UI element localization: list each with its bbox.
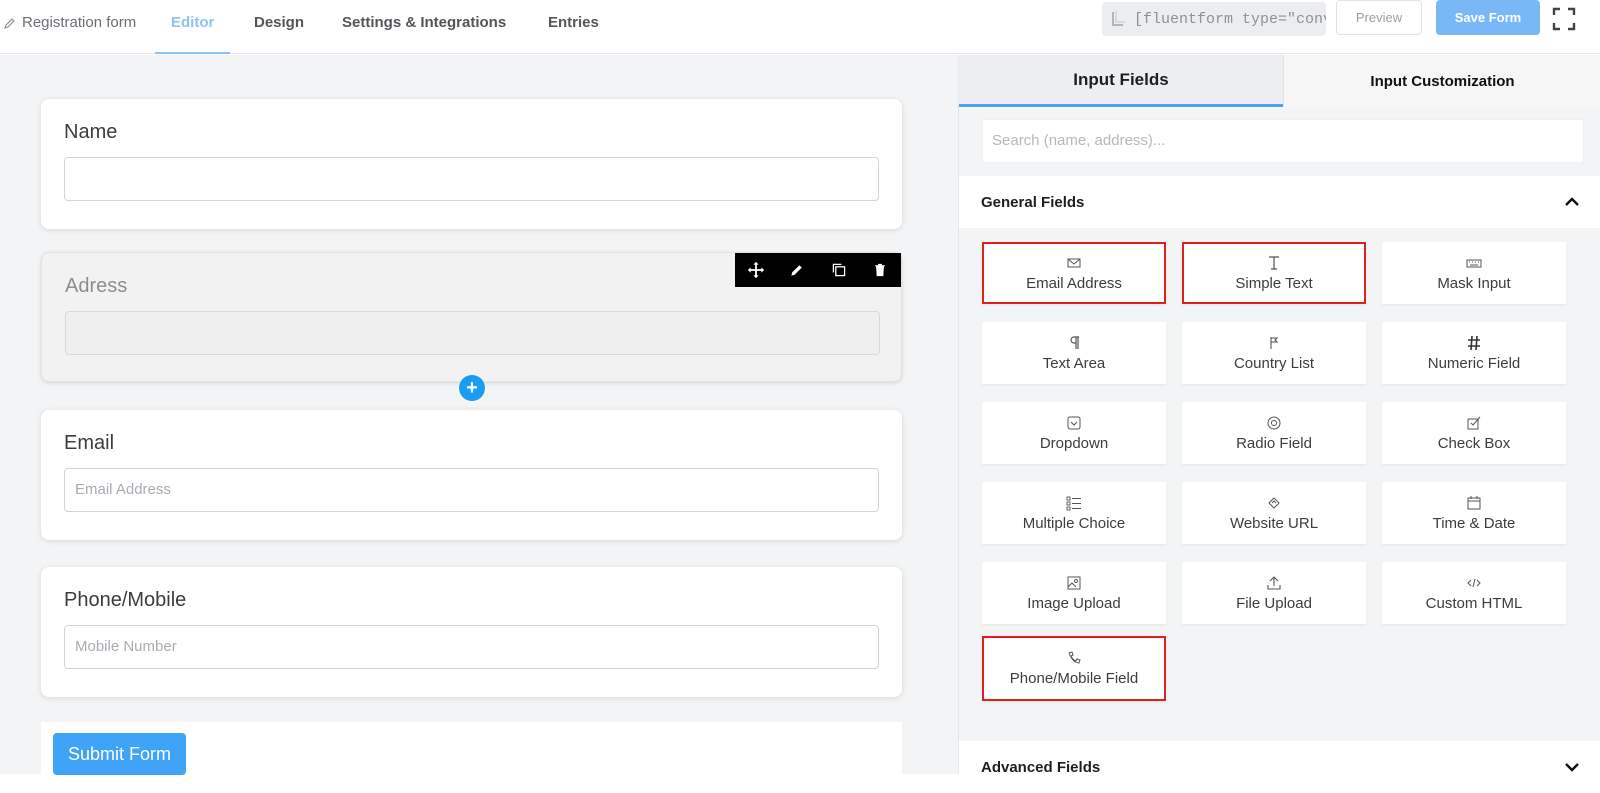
field-item-label: File Upload bbox=[1236, 594, 1312, 612]
add-field-icon[interactable]: + bbox=[459, 375, 485, 401]
form-title-text: Registration form bbox=[22, 14, 137, 31]
email-input[interactable]: Email Address bbox=[64, 468, 879, 512]
tab-input-customization[interactable]: Input Customization bbox=[1283, 55, 1600, 107]
code-icon bbox=[1467, 578, 1481, 587]
shortcode-copy[interactable]: [fluentform type="conver bbox=[1102, 2, 1326, 36]
address-input[interactable] bbox=[65, 311, 880, 355]
field-item-label: Radio Field bbox=[1236, 434, 1312, 452]
field-search-input[interactable]: Search (name, address)... bbox=[982, 119, 1584, 163]
field-item-label: Mask Input bbox=[1437, 274, 1511, 292]
image-icon bbox=[1067, 576, 1081, 589]
field-card-phone[interactable]: Phone/Mobile Mobile Number bbox=[41, 567, 902, 697]
field-label-email: Email bbox=[64, 432, 115, 454]
calendar-icon bbox=[1467, 495, 1481, 509]
field-item-custom-html[interactable]: Custom HTML bbox=[1382, 562, 1566, 624]
field-card-email[interactable]: Email Email Address bbox=[41, 410, 902, 540]
field-item-label: Email Address bbox=[1026, 274, 1122, 292]
submit-area: Submit Form bbox=[41, 722, 902, 782]
field-item-file-upload[interactable]: File Upload bbox=[1182, 562, 1366, 624]
field-item-phone-mobile[interactable]: Phone/Mobile Field bbox=[982, 636, 1166, 701]
name-input[interactable] bbox=[64, 157, 879, 201]
form-title[interactable]: Registration form bbox=[4, 14, 136, 31]
phone-input[interactable]: Mobile Number bbox=[64, 625, 879, 669]
field-item-numeric-field[interactable]: Numeric Field bbox=[1382, 322, 1566, 384]
tab-entries[interactable]: Entries bbox=[532, 0, 615, 54]
phone-icon bbox=[1068, 651, 1081, 664]
field-label-address: Adress bbox=[65, 275, 128, 297]
text-cursor-icon bbox=[1269, 255, 1279, 270]
fields-panel: Input Fields Input Customization Search … bbox=[958, 55, 1600, 793]
field-item-label: Multiple Choice bbox=[1022, 514, 1126, 532]
move-icon[interactable] bbox=[746, 260, 766, 280]
tab-settings-integrations[interactable]: Settings & Integrations bbox=[326, 0, 522, 54]
field-card-name[interactable]: Name bbox=[41, 99, 902, 229]
tab-editor[interactable]: Editor bbox=[155, 0, 231, 54]
radio-icon bbox=[1267, 416, 1281, 429]
pencil-icon bbox=[4, 17, 15, 29]
field-item-radio-field[interactable]: Radio Field bbox=[1182, 402, 1366, 464]
submit-form-button[interactable]: Submit Form bbox=[53, 733, 186, 775]
list-icon bbox=[1066, 496, 1081, 510]
field-item-label: Country List bbox=[1233, 354, 1315, 372]
paragraph-icon bbox=[1070, 335, 1079, 349]
preview-button[interactable]: Preview bbox=[1336, 0, 1422, 35]
field-item-label: Time & Date bbox=[1432, 514, 1516, 532]
field-item-text-area[interactable]: Text Area bbox=[982, 322, 1166, 384]
field-item-label: Text Area bbox=[1042, 354, 1106, 372]
field-item-image-upload[interactable]: Image Upload bbox=[982, 562, 1166, 624]
top-bar: Registration form Editor Design Settings… bbox=[0, 0, 1600, 54]
field-item-country-list[interactable]: Country List bbox=[1182, 322, 1366, 384]
tab-design[interactable]: Design bbox=[238, 0, 320, 54]
envelope-icon bbox=[1067, 258, 1081, 267]
checkbox-icon bbox=[1467, 416, 1481, 429]
general-fields-header[interactable]: General Fields bbox=[959, 176, 1600, 228]
link-icon bbox=[1268, 496, 1280, 509]
field-label-name: Name bbox=[64, 121, 118, 143]
upload-icon bbox=[1267, 575, 1281, 590]
form-canvas: Name Adress + Email Email Address Phone/… bbox=[0, 55, 958, 782]
field-item-label: Simple Text bbox=[1235, 274, 1313, 292]
field-item-dropdown[interactable]: Dropdown bbox=[982, 402, 1166, 464]
general-fields-title: General Fields bbox=[981, 193, 1085, 211]
field-label-phone: Phone/Mobile bbox=[64, 589, 187, 611]
field-item-mask-input[interactable]: Mask Input bbox=[1382, 242, 1566, 304]
hash-icon bbox=[1468, 335, 1480, 350]
shortcode-text: [fluentform type="conver bbox=[1134, 10, 1326, 28]
field-item-email-address[interactable]: Email Address bbox=[982, 242, 1166, 304]
trash-icon[interactable] bbox=[870, 260, 890, 280]
fullscreen-icon[interactable] bbox=[1552, 7, 1576, 31]
field-item-label: Check Box bbox=[1437, 434, 1511, 452]
keyboard-icon bbox=[1466, 259, 1482, 267]
field-item-simple-text[interactable]: Simple Text bbox=[1182, 242, 1366, 304]
duplicate-icon[interactable] bbox=[829, 260, 849, 280]
dropdown-icon bbox=[1067, 416, 1081, 429]
field-item-website-url[interactable]: Website URL bbox=[1182, 482, 1366, 544]
tab-input-fields[interactable]: Input Fields bbox=[959, 55, 1283, 107]
field-card-address[interactable]: Adress bbox=[41, 252, 902, 382]
chevron-down-icon bbox=[1565, 763, 1579, 772]
advanced-fields-title: Advanced Fields bbox=[981, 758, 1101, 776]
copy-icon bbox=[1112, 11, 1125, 26]
save-form-button[interactable]: Save Form bbox=[1436, 0, 1540, 35]
field-toolbar bbox=[735, 253, 901, 287]
field-item-label: Image Upload bbox=[1027, 594, 1121, 612]
advanced-fields-header[interactable]: Advanced Fields bbox=[959, 741, 1600, 793]
chevron-up-icon bbox=[1565, 197, 1579, 206]
field-item-label: Website URL bbox=[1229, 514, 1319, 532]
field-item-label: Phone/Mobile Field bbox=[1009, 670, 1139, 687]
field-item-check-box[interactable]: Check Box bbox=[1382, 402, 1566, 464]
field-item-label: Numeric Field bbox=[1427, 354, 1521, 372]
field-item-label: Dropdown bbox=[1039, 434, 1109, 452]
field-item-time-date[interactable]: Time & Date bbox=[1382, 482, 1566, 544]
field-item-label: Custom HTML bbox=[1425, 594, 1523, 612]
edit-icon[interactable] bbox=[787, 260, 807, 280]
flag-icon bbox=[1270, 336, 1279, 349]
field-item-multiple-choice[interactable]: Multiple Choice bbox=[982, 482, 1166, 544]
